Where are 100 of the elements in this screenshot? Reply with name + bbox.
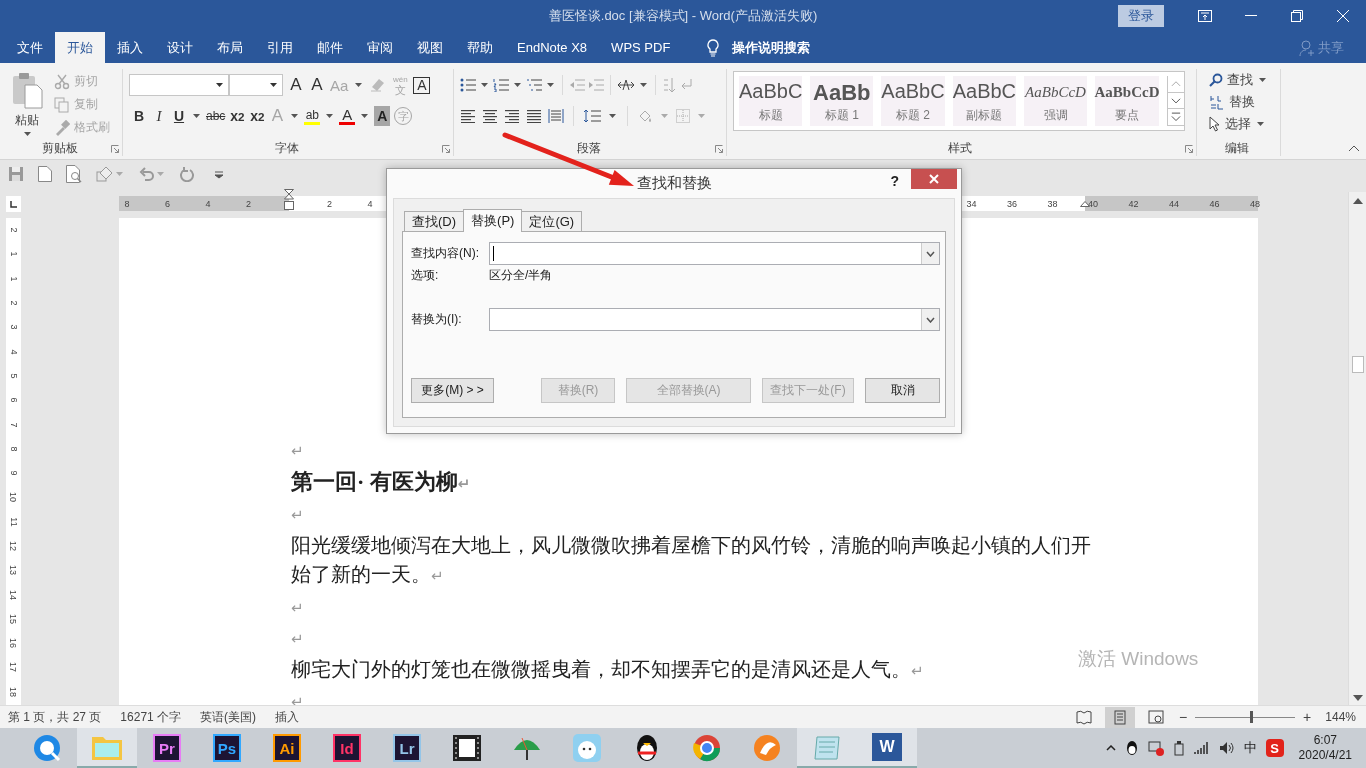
browser-wheel-icon[interactable] [692,733,722,763]
caret-icon[interactable] [609,114,616,118]
bullet-list-icon[interactable] [460,78,476,92]
app-icon[interactable]: Ps [213,734,241,762]
ribbon-tab[interactable]: 设计 [155,32,205,63]
align-right-icon[interactable] [504,109,520,123]
ribbon-tab[interactable]: 帮助 [455,32,505,63]
close-button[interactable] [911,169,957,189]
minimize-icon[interactable] [1245,15,1257,17]
caret-icon[interactable] [640,83,647,87]
app-icon[interactable]: Ai [273,734,301,762]
ribbon-tab[interactable]: WPS PDF [599,32,683,63]
ribbon-tab[interactable]: 开始 [55,32,105,63]
style-tile[interactable]: AaBbC 副标题 [952,76,1017,126]
input-method-indicator[interactable]: 中 [1243,739,1257,757]
ribbon-tab[interactable]: 邮件 [305,32,355,63]
app-icon[interactable]: Lr [393,734,421,762]
caret-icon[interactable] [361,114,369,118]
dialog-button[interactable]: 更多(M) > > [411,378,494,403]
font-size-field[interactable] [229,74,283,96]
grow-font-button[interactable]: A [288,75,304,95]
dialog-tab[interactable]: 替换(P) [463,209,523,232]
browser-icon[interactable] [32,733,62,763]
scroll-up-icon[interactable] [1352,198,1363,204]
zoom-out-button[interactable]: − [1178,709,1188,725]
zoom-in-button[interactable]: + [1303,709,1312,725]
find-field[interactable] [489,242,940,265]
close-icon[interactable] [1337,10,1349,22]
zoom-slider-thumb[interactable] [1250,711,1254,723]
ribbon-tab[interactable]: 审阅 [355,32,405,63]
multilevel-list-icon[interactable] [526,78,542,92]
fox-icon[interactable] [752,733,782,763]
caret-icon[interactable] [291,114,299,118]
more-styles-icon[interactable] [1168,109,1184,126]
caret-icon[interactable] [355,83,363,87]
film-icon[interactable] [452,734,482,762]
caret-icon[interactable] [193,114,200,118]
ribbon-tab[interactable]: 文件 [5,32,55,63]
caret-icon[interactable] [326,114,334,118]
network-error-icon[interactable] [1147,740,1164,756]
dialog-launcher-icon[interactable] [1185,144,1193,153]
ribbon-tab[interactable]: 引用 [255,32,305,63]
edit-command[interactable]: 选择 [1209,113,1280,135]
help-button[interactable]: ? [890,173,899,189]
font-color-button[interactable]: A [339,107,356,125]
restore-icon[interactable] [1291,10,1303,22]
align-center-icon[interactable] [482,109,498,123]
dialog-button[interactable]: 取消 [865,378,940,403]
ribbon-tab[interactable]: 布局 [205,32,255,63]
bold-button[interactable]: B [131,106,147,126]
word-app-icon[interactable]: W [872,733,902,761]
style-tile[interactable]: AaBbC 标题 [739,76,803,126]
character-border-button[interactable]: A [413,76,431,94]
dialog-tab[interactable]: 查找(D) [404,211,465,231]
strikethrough-button[interactable]: abc [206,106,226,126]
ribbon-tab[interactable]: 视图 [405,32,455,63]
italic-button[interactable]: I [151,106,167,126]
double-arrow-icon[interactable] [617,78,635,92]
character-shading-button[interactable]: A [374,106,391,126]
style-tile[interactable]: AaBbC 标题 2 [881,76,945,126]
lightbulb-icon[interactable] [706,38,721,57]
signal-icon[interactable] [1193,741,1210,755]
edit-command[interactable]: 查找 [1209,69,1280,91]
tab-stop-selector[interactable] [6,196,21,212]
dialog-launcher-icon[interactable] [442,144,450,153]
collapse-ribbon-icon[interactable] [1348,145,1360,152]
pointer-icon[interactable] [1209,116,1221,132]
edit-command[interactable]: 替换 [1209,91,1280,113]
caret-icon[interactable] [1259,78,1266,82]
show-hidden-icons[interactable] [1105,745,1116,751]
login-button[interactable]: 登录 [1118,5,1164,27]
align-left-icon[interactable] [460,109,476,123]
caret-icon[interactable] [514,83,521,87]
penguin-icon[interactable] [634,733,660,763]
style-tile[interactable]: AaBbCcD 强调 [1024,76,1087,126]
dialog-launcher-icon[interactable] [111,144,119,153]
ribbon-tab[interactable]: EndNote X8 [505,32,600,63]
dialog-launcher-icon[interactable] [715,144,723,153]
style-tile[interactable]: AaBbCcD 要点 [1095,76,1159,126]
caret-icon[interactable] [216,83,223,87]
customize-toolbar-icon[interactable] [214,171,224,179]
clock[interactable]: 6:07 2020/4/21 [1298,733,1352,763]
scroll-down-icon[interactable] [1352,695,1363,701]
indent-marker-icon[interactable] [284,189,294,211]
style-tile[interactable]: AaBb 标题 1 [810,76,874,126]
search-icon[interactable] [1209,73,1223,87]
caret-icon[interactable] [23,132,31,136]
dialog-tab[interactable]: 定位(G) [521,211,583,231]
paste-button[interactable]: 粘贴 [6,69,48,140]
highlight-button[interactable]: ab [304,107,321,125]
caret-icon[interactable] [270,83,277,87]
line-spacing-icon[interactable] [583,109,601,123]
tell-me-search[interactable]: 操作说明搜索 [732,38,811,57]
new-document-icon[interactable] [38,166,52,182]
view-mode-button[interactable] [1104,706,1135,728]
person-add-icon[interactable] [1299,39,1315,56]
volume-icon[interactable] [1218,741,1235,755]
app-icon[interactable]: Pr [153,734,181,762]
ribbon-tab[interactable]: 插入 [105,32,155,63]
ribbon-display-icon[interactable] [1198,10,1212,22]
